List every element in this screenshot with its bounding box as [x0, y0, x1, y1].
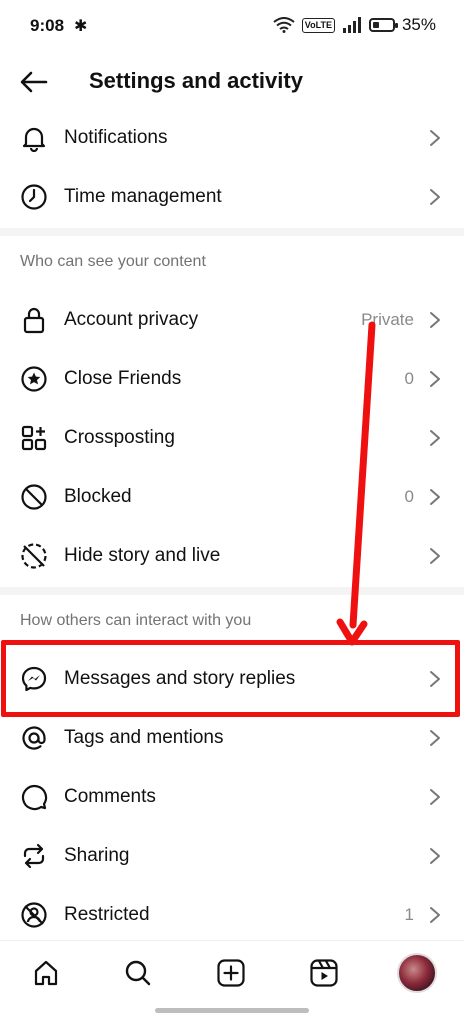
signal-icon: [342, 17, 361, 33]
row-label: Restricted: [64, 903, 150, 925]
row-label: Hide story and live: [64, 544, 221, 566]
status-bar: 9:08 ✱ VoLTE 35%: [0, 0, 464, 52]
row-label: Account privacy: [64, 308, 199, 330]
wifi-icon: [273, 17, 295, 33]
row-label: Time management: [64, 185, 222, 207]
chevron-right-icon: [430, 429, 440, 446]
settings-row-blocked[interactable]: Blocked 0: [0, 467, 464, 526]
chevron-right-icon: [430, 488, 440, 505]
row-label: Notifications: [64, 126, 168, 148]
chevron-right-icon: [430, 188, 440, 205]
chevron-right-icon: [430, 729, 440, 746]
volte-badge: VoLTE: [301, 17, 335, 33]
status-time: 9:08: [30, 16, 65, 35]
chevron-right-icon: [430, 847, 440, 864]
row-value: Private: [361, 309, 414, 329]
row-label: Blocked: [64, 485, 132, 507]
row-label: Sharing: [64, 844, 130, 866]
row-value: 0: [404, 486, 414, 506]
chevron-right-icon: [430, 788, 440, 805]
home-icon[interactable]: [24, 951, 68, 995]
hide-story-icon: [18, 540, 50, 572]
restricted-icon: [18, 899, 50, 931]
settings-row-notifications[interactable]: Notifications: [0, 108, 464, 167]
lock-icon: [18, 304, 50, 336]
comment-icon: [18, 781, 50, 813]
row-label: Close Friends: [64, 367, 182, 389]
header: Settings and activity: [0, 52, 464, 110]
settings-row-hide-story[interactable]: Hide story and live: [0, 526, 464, 585]
profile-avatar[interactable]: [395, 951, 439, 995]
settings-row-close-friends[interactable]: Close Friends 0: [0, 349, 464, 408]
chevron-right-icon: [430, 547, 440, 564]
section-divider: [0, 587, 464, 595]
chevron-right-icon: [430, 906, 440, 923]
settings-row-crossposting[interactable]: Crossposting: [0, 408, 464, 467]
at-icon: [18, 722, 50, 754]
reels-icon[interactable]: [302, 951, 346, 995]
search-icon[interactable]: [116, 951, 160, 995]
settings-row-account-privacy[interactable]: Account privacy Private: [0, 290, 464, 349]
grid-plus-icon: [18, 422, 50, 454]
battery-icon: [368, 18, 398, 32]
back-arrow-icon[interactable]: [18, 66, 50, 98]
section-title-interaction: How others can interact with you: [20, 612, 252, 629]
page-title: Settings and activity: [89, 68, 303, 93]
clock-icon: [18, 181, 50, 213]
settings-row-restricted[interactable]: Restricted 1: [0, 885, 464, 944]
gesture-bar: [155, 1008, 309, 1013]
row-label: Comments: [64, 785, 156, 807]
highlight-box: [1, 640, 460, 717]
star-circle-icon: [18, 363, 50, 395]
chevron-right-icon: [430, 370, 440, 387]
settings-row-comments[interactable]: Comments: [0, 767, 464, 826]
share-arrows-icon: [18, 840, 50, 872]
bell-icon: [18, 122, 50, 154]
bluetooth-icon: ✱: [74, 18, 88, 35]
row-value: 0: [404, 368, 414, 388]
chevron-right-icon: [430, 311, 440, 328]
row-value: 1: [404, 904, 414, 924]
section-divider: [0, 228, 464, 236]
settings-row-time-management[interactable]: Time management: [0, 167, 464, 226]
chevron-right-icon: [430, 129, 440, 146]
create-icon[interactable]: [209, 951, 253, 995]
battery-percent: 35%: [401, 15, 436, 34]
settings-row-sharing[interactable]: Sharing: [0, 826, 464, 885]
section-title-visibility: Who can see your content: [20, 253, 206, 270]
row-label: Tags and mentions: [64, 726, 224, 748]
blocked-icon: [18, 481, 50, 513]
row-label: Crossposting: [64, 426, 175, 448]
